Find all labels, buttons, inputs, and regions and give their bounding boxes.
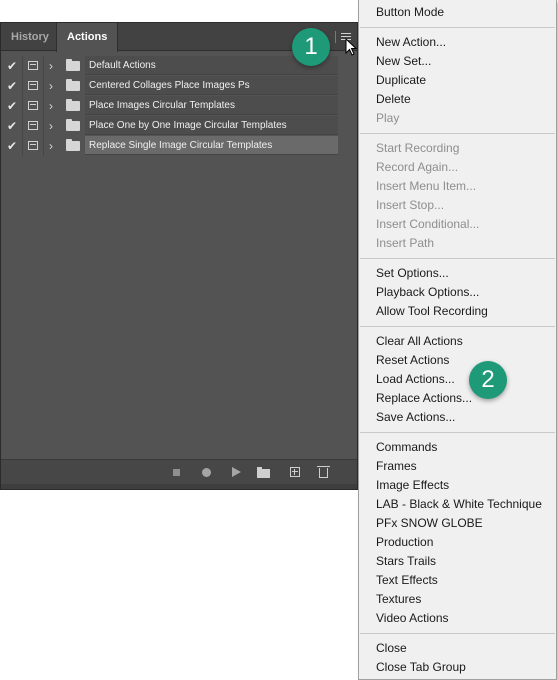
menu-item-button-mode[interactable]: Button Mode — [359, 3, 556, 22]
menu-separator — [359, 321, 556, 332]
menu-item-start-recording: Start Recording — [376, 141, 460, 155]
actions-panel: History Actions ✔ › Default Actions ✔ › Cente… — [0, 22, 358, 490]
menu-item-stars-trails[interactable]: Stars Trails — [359, 552, 556, 571]
trash-icon[interactable] — [317, 466, 330, 478]
menu-item-production[interactable]: Production — [359, 533, 556, 552]
column-divider — [22, 136, 23, 156]
action-set-name[interactable]: Centered Collages Place Images Ps — [85, 76, 338, 95]
column-divider — [43, 76, 44, 96]
chevron-right-icon[interactable]: › — [49, 138, 53, 154]
toggle-item-checkmark-icon[interactable]: ✔ — [7, 119, 19, 133]
chevron-right-icon[interactable]: › — [49, 98, 53, 114]
folder-icon — [66, 59, 80, 71]
menu-item-close[interactable]: Close — [359, 639, 556, 658]
toggle-item-checkmark-icon[interactable]: ✔ — [7, 79, 19, 93]
new-action-icon[interactable] — [290, 467, 300, 477]
record-icon[interactable] — [202, 468, 211, 477]
menu-item-image-effects[interactable]: Image Effects — [359, 476, 556, 495]
stop-icon[interactable] — [173, 469, 180, 476]
column-divider — [22, 116, 23, 136]
menu-item-video-actions[interactable]: Video Actions — [359, 609, 556, 628]
toggle-item-checkmark-icon[interactable]: ✔ — [7, 99, 19, 113]
action-set-list: ✔ › Default Actions ✔ › Centered Collages Pla… — [1, 56, 357, 156]
menu-separator — [359, 22, 556, 33]
action-set-row[interactable]: ✔ › Replace Single Image Circular Template… — [1, 136, 357, 156]
folder-icon — [66, 139, 80, 151]
toggle-item-checkmark-icon[interactable]: ✔ — [7, 139, 19, 153]
callout-badge-2: 2 — [469, 361, 507, 399]
menu-item-insert-path: Insert Path — [376, 236, 435, 250]
tab-actions[interactable]: Actions — [56, 23, 119, 52]
panel-resize-grip[interactable] — [1, 484, 357, 489]
menu-item-lab-black-white-technique[interactable]: LAB - Black & White Technique — [359, 495, 556, 514]
menu-item-duplicate[interactable]: Duplicate — [359, 71, 556, 90]
panel-flyout-menu: Button Mode New Action... New Set... Duplic… — [358, 0, 557, 680]
menu-separator — [359, 628, 556, 639]
new-set-icon[interactable] — [257, 467, 270, 478]
menu-separator — [359, 253, 556, 264]
column-divider — [43, 136, 44, 156]
menu-item-clear-all-actions[interactable]: Clear All Actions — [359, 332, 556, 351]
menu-item-insert-stop: Insert Stop... — [376, 198, 445, 212]
menu-item-frames[interactable]: Frames — [359, 457, 556, 476]
column-divider — [43, 56, 44, 76]
callout-badge-1: 1 — [292, 28, 330, 66]
column-divider — [22, 56, 23, 76]
menu-item-reset-actions[interactable]: Reset Actions — [359, 351, 556, 370]
menu-item-insert-conditional: Insert Conditional... — [376, 217, 480, 231]
menu-item-text-effects[interactable]: Text Effects — [359, 571, 556, 590]
folder-icon — [66, 119, 80, 131]
menu-item-new-set[interactable]: New Set... — [359, 52, 556, 71]
toggle-dialog-icon[interactable] — [28, 141, 38, 150]
menu-item-commands[interactable]: Commands — [359, 438, 556, 457]
column-divider — [43, 116, 44, 136]
action-set-row[interactable]: ✔ › Place Images Circular Templates — [1, 96, 357, 116]
menu-item-allow-tool-recording[interactable]: Allow Tool Recording — [359, 302, 556, 321]
menu-item-load-actions[interactable]: Load Actions... — [359, 370, 556, 389]
folder-icon — [66, 99, 80, 111]
toggle-dialog-icon[interactable] — [28, 61, 38, 70]
tab-bar-divider — [335, 31, 336, 43]
toggle-dialog-icon[interactable] — [28, 121, 38, 130]
menu-item-set-options[interactable]: Set Options... — [359, 264, 556, 283]
menu-item-pfx-snow-globe[interactable]: PFx SNOW GLOBE — [359, 514, 556, 533]
menu-item-textures[interactable]: Textures — [359, 590, 556, 609]
toggle-dialog-icon[interactable] — [28, 101, 38, 110]
menu-item-playback-options[interactable]: Playback Options... — [359, 283, 556, 302]
panel-bottom-toolbar — [1, 459, 357, 484]
menu-item-play: Play — [376, 111, 400, 125]
action-set-name[interactable]: Place One by One Image Circular Template… — [85, 116, 338, 135]
menu-item-insert-menu-item: Insert Menu Item... — [376, 179, 477, 193]
menu-item-save-actions[interactable]: Save Actions... — [359, 408, 556, 427]
menu-item-replace-actions[interactable]: Replace Actions... — [359, 389, 556, 408]
column-divider — [22, 76, 23, 96]
menu-separator — [359, 128, 556, 139]
mouse-pointer-icon — [345, 38, 358, 56]
column-divider — [22, 96, 23, 116]
chevron-right-icon[interactable]: › — [49, 58, 53, 74]
chevron-right-icon[interactable]: › — [49, 78, 53, 94]
chevron-right-icon[interactable]: › — [49, 118, 53, 134]
menu-item-record-again: Record Again... — [376, 160, 459, 174]
action-set-name[interactable]: Place Images Circular Templates — [85, 96, 338, 115]
menu-separator — [359, 427, 556, 438]
action-set-row[interactable]: ✔ › Place One by One Image Circular Templa… — [1, 116, 357, 136]
menu-item-delete[interactable]: Delete — [359, 90, 556, 109]
toggle-item-checkmark-icon[interactable]: ✔ — [7, 59, 19, 73]
toggle-dialog-icon[interactable] — [28, 81, 38, 90]
tab-history[interactable]: History — [1, 23, 59, 51]
action-set-row[interactable]: ✔ › Centered Collages Place Images Ps — [1, 76, 357, 96]
column-divider — [43, 96, 44, 116]
action-set-name[interactable]: Replace Single Image Circular Templates — [85, 136, 338, 155]
menu-item-new-action[interactable]: New Action... — [359, 33, 556, 52]
folder-icon — [66, 79, 80, 91]
play-icon[interactable] — [232, 467, 241, 477]
menu-item-close-tab-group[interactable]: Close Tab Group — [359, 658, 556, 677]
